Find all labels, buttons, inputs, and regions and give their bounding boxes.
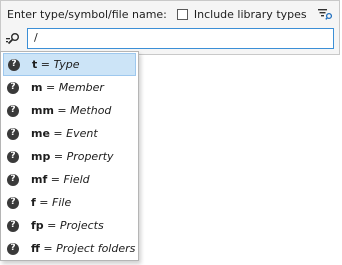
suggestion-equals: = xyxy=(37,58,54,71)
suggestion-description: Property xyxy=(66,150,114,163)
suggestion-equals: = xyxy=(42,81,59,94)
suggestion-description: Projects xyxy=(59,219,104,232)
suggestion-description: Member xyxy=(58,81,104,94)
suggestion-abbreviation: mm xyxy=(31,104,54,117)
suggestion-abbreviation: m xyxy=(31,81,43,94)
suggestion-item[interactable]: ? mf = Field xyxy=(1,168,138,191)
suggestion-abbreviation: me xyxy=(31,127,50,140)
suggestion-item[interactable]: ? m = Member xyxy=(1,76,138,99)
question-circle-icon: ? xyxy=(7,104,19,117)
question-circle-icon: ? xyxy=(8,58,20,71)
suggestion-equals: = xyxy=(47,173,64,186)
suggestion-description: Method xyxy=(70,104,112,117)
suggestion-abbreviation: fp xyxy=(31,219,44,232)
suggestion-item[interactable]: ? me = Event xyxy=(1,122,138,145)
suggestion-abbreviation: mf xyxy=(31,173,48,186)
suggestion-item[interactable]: ? mm = Method xyxy=(1,99,138,122)
suggestion-equals: = xyxy=(43,219,60,232)
question-circle-icon: ? xyxy=(7,173,19,186)
suggestion-item[interactable]: ? mp = Property xyxy=(1,145,138,168)
question-circle-icon: ? xyxy=(7,219,19,232)
suggestion-item[interactable]: ? ff = Project folders xyxy=(1,237,138,260)
suggestion-abbreviation: mp xyxy=(31,150,51,163)
question-circle-icon: ? xyxy=(7,242,19,255)
suggestion-description: Project folders xyxy=(56,242,136,255)
suggestion-item[interactable]: ? f = File xyxy=(1,191,138,214)
search-input[interactable]: / xyxy=(27,28,334,49)
suggestion-list: ? t = Type? m = Member? mm = Method? me = Ev… xyxy=(0,51,139,261)
include-library-checkbox[interactable] xyxy=(176,8,188,20)
question-circle-icon: ? xyxy=(7,150,19,163)
question-circle-icon: ? xyxy=(7,81,19,94)
suggestion-equals: = xyxy=(50,150,67,163)
suggestion-description: Event xyxy=(66,127,98,140)
suggestion-equals: = xyxy=(53,104,71,117)
filter-icon[interactable] xyxy=(317,7,333,21)
suggestion-description: File xyxy=(52,196,72,209)
header-row: Enter type/symbol/file name: Include lib… xyxy=(7,6,335,22)
prompt-label: Enter type/symbol/file name: xyxy=(7,7,167,21)
search-window: Enter type/symbol/file name: Include lib… xyxy=(0,0,340,55)
suggestion-abbreviation: ff xyxy=(31,242,40,255)
suggestion-equals: = xyxy=(39,242,57,255)
search-icon xyxy=(6,33,19,45)
suggestion-equals: = xyxy=(49,127,67,140)
question-circle-icon: ? xyxy=(7,127,19,140)
suggestion-equals: = xyxy=(35,196,53,209)
suggestion-description: Type xyxy=(53,58,80,71)
include-library-label[interactable]: Include library types xyxy=(194,8,307,21)
question-circle-icon: ? xyxy=(7,196,19,209)
suggestion-item[interactable]: ? fp = Projects xyxy=(1,214,138,237)
suggestion-item[interactable]: ? t = Type xyxy=(3,53,136,76)
suggestion-description: Field xyxy=(63,173,90,186)
